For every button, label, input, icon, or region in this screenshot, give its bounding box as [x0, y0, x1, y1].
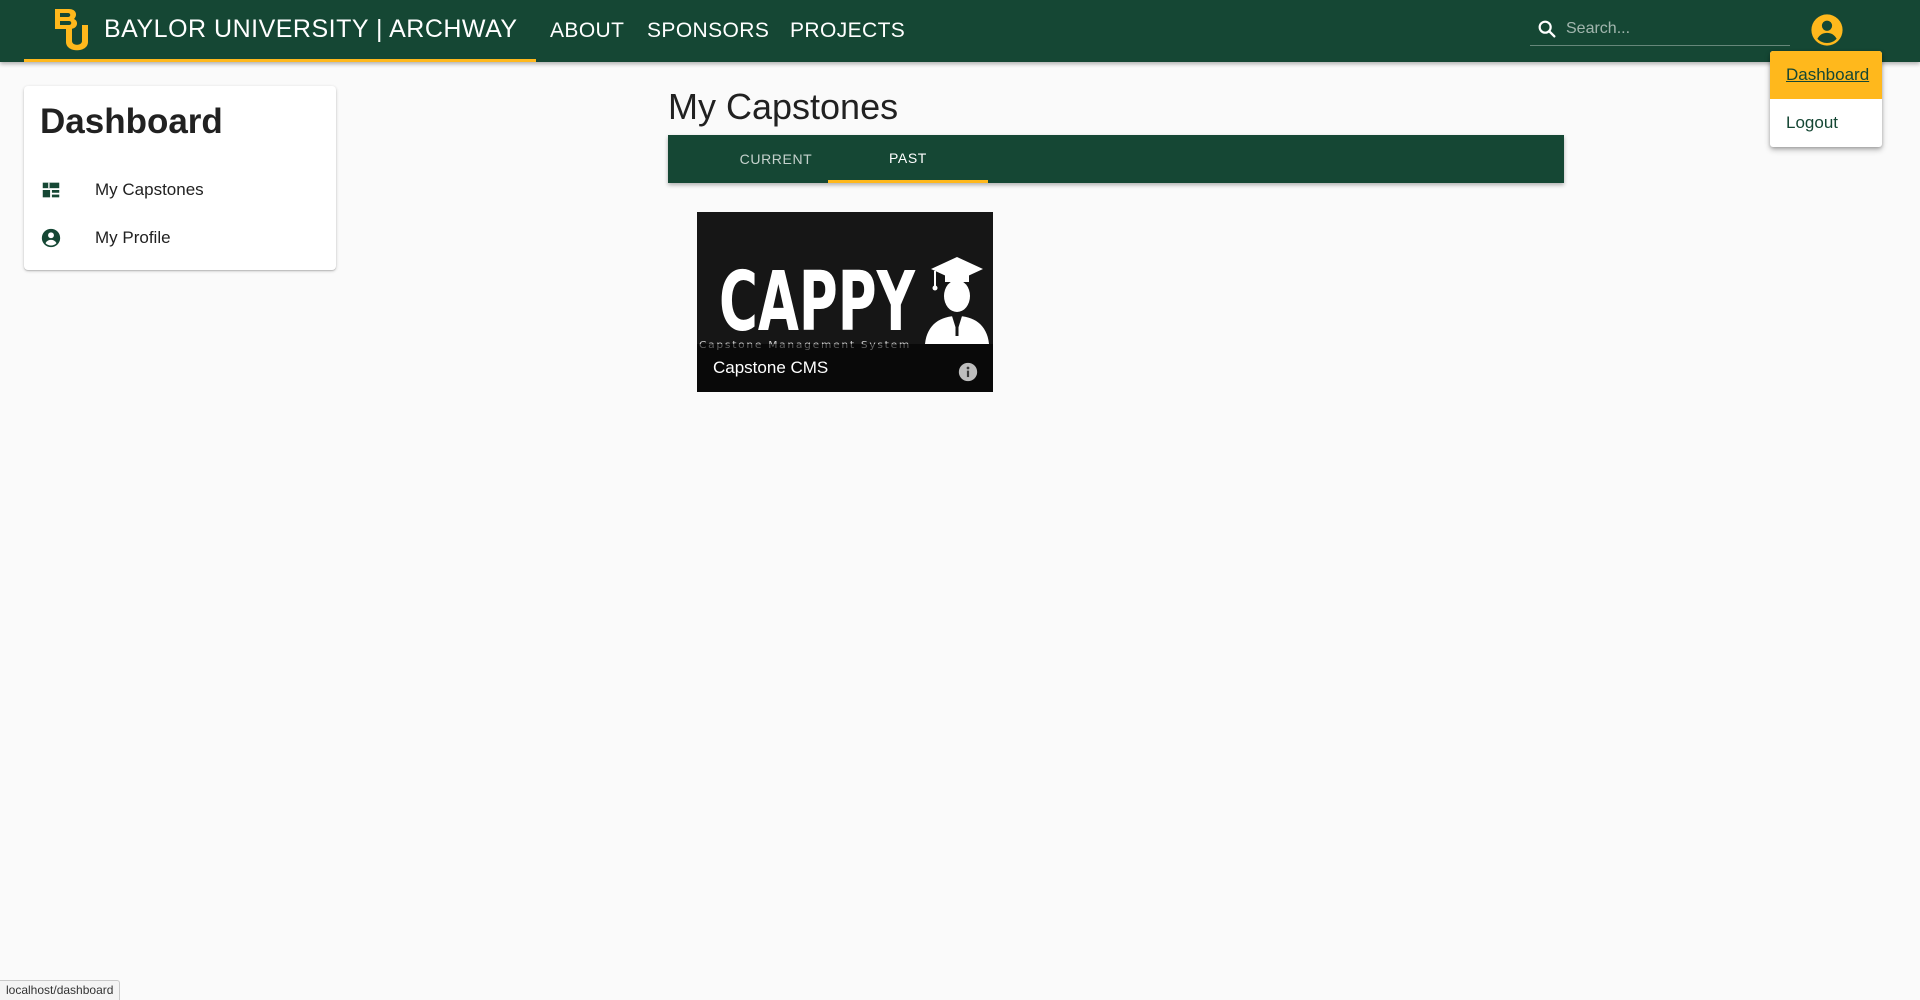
baylor-bu-logo-icon [55, 8, 88, 50]
search-icon [1538, 20, 1556, 38]
account-circle-icon[interactable] [1810, 13, 1844, 47]
nav-projects-link[interactable]: PROJECTS [790, 0, 905, 62]
page-title: My Capstones [668, 86, 899, 127]
sidebar-item-my-capstones[interactable]: My Capstones [24, 166, 336, 214]
project-name: Capstone CMS [713, 358, 829, 377]
sidebar-item-label: My Profile [95, 228, 171, 247]
brand-home-link[interactable]: BAYLOR UNIVERSITY | ARCHWAY [24, 0, 536, 62]
status-bar-url: localhost/dashboard [0, 980, 121, 1000]
sidebar-item-my-profile[interactable]: My Profile [24, 214, 336, 262]
account-circle-icon [41, 228, 61, 248]
nav-about-link[interactable]: ABOUT [550, 0, 624, 62]
top-app-bar: BAYLOR UNIVERSITY | ARCHWAY ABOUT SPONSO… [0, 0, 1920, 62]
tab-past[interactable]: PAST [828, 135, 988, 183]
sidebar-item-label: My Capstones [95, 180, 204, 199]
nav-sponsors-link[interactable]: SPONSORS [647, 0, 769, 62]
project-tile-capstone-cms[interactable]: CAPPY Capstone Management System Capston… [697, 212, 993, 392]
account-dropdown-menu: Dashboard Logout [1770, 51, 1882, 147]
capstone-tabs: CURRENT PAST [668, 135, 1564, 183]
info-icon[interactable] [957, 361, 979, 383]
search-input[interactable] [1566, 19, 1776, 38]
sidebar-title: Dashboard [40, 102, 223, 141]
brand-title: BAYLOR UNIVERSITY | ARCHWAY [104, 15, 518, 43]
menu-item-dashboard[interactable]: Dashboard [1770, 51, 1882, 99]
menu-item-logout[interactable]: Logout [1770, 99, 1882, 147]
cappy-logo-text: CAPPY [719, 255, 916, 350]
dashboard-grid-icon [42, 182, 60, 198]
search-box [1530, 12, 1790, 46]
